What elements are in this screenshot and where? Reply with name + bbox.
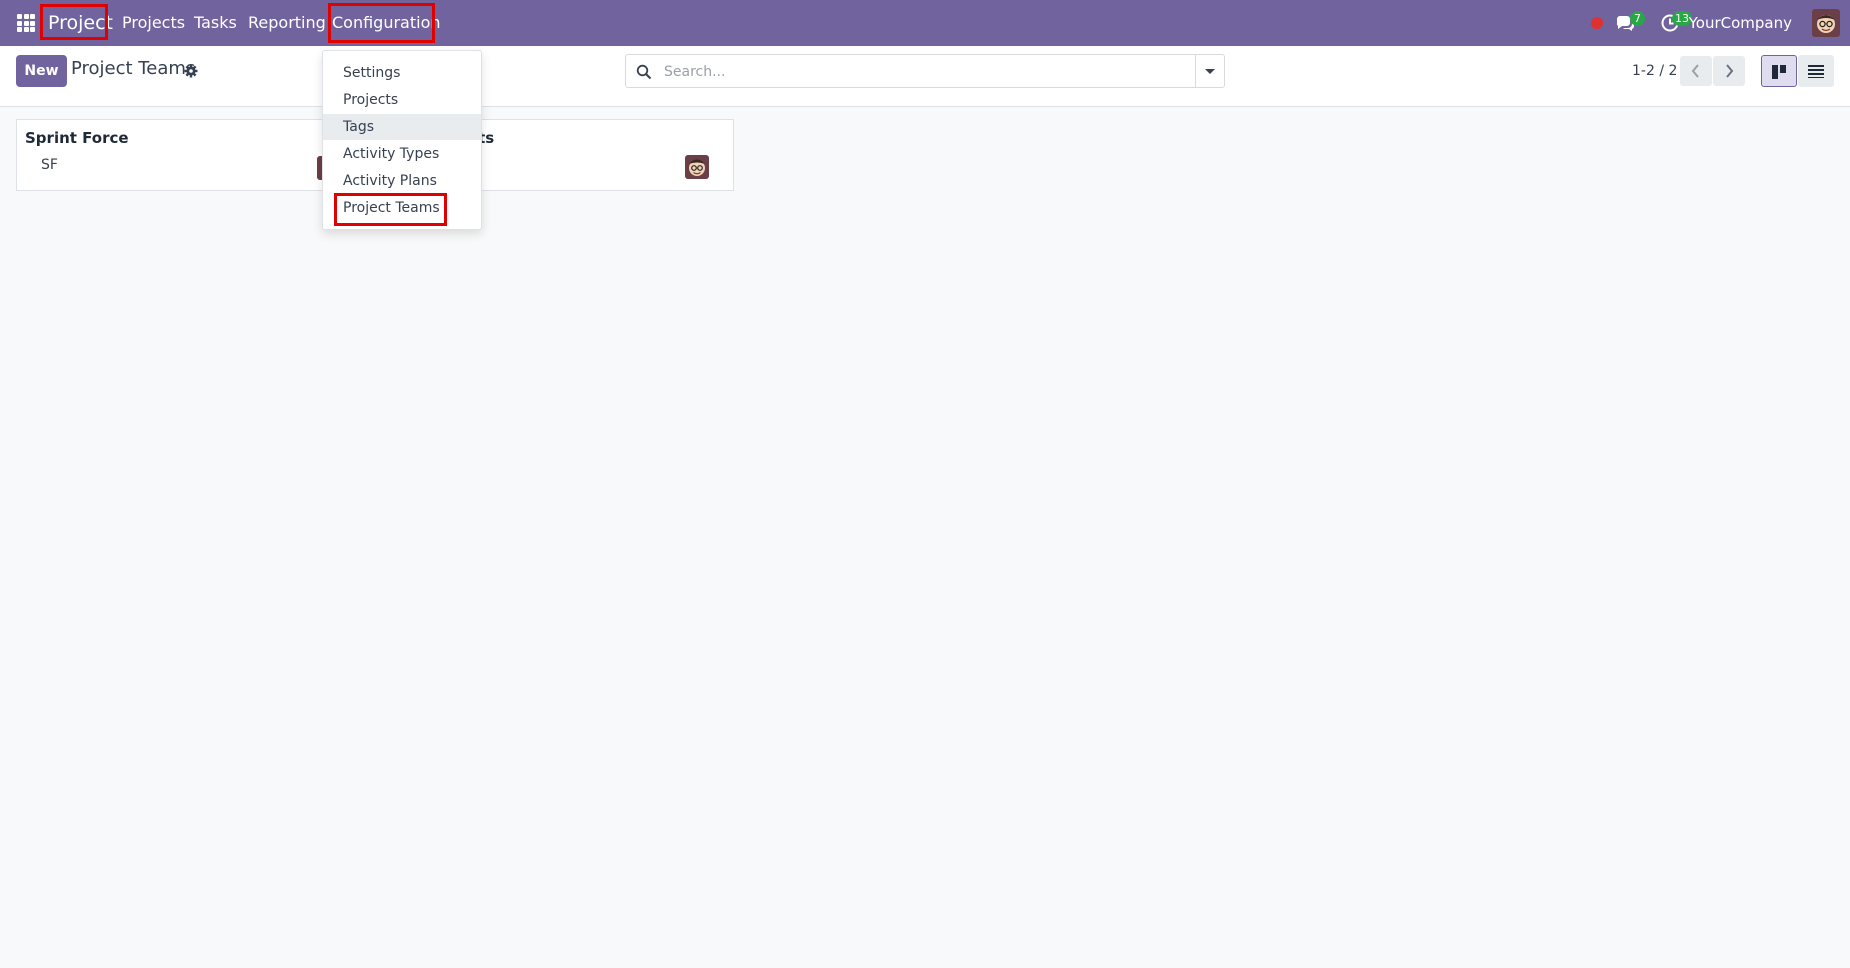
dropdown-item-settings[interactable]: Settings	[323, 60, 481, 86]
search-bar[interactable]	[625, 54, 1225, 88]
search-icon	[636, 64, 652, 80]
dropdown-item-activity-types[interactable]: Activity Types	[323, 141, 481, 167]
menu-reporting[interactable]: Reporting	[248, 0, 326, 46]
highlight-box-configuration	[328, 3, 435, 43]
top-navbar: Project Projects Tasks Reporting Configu…	[0, 0, 1850, 46]
card-user-avatar	[685, 155, 709, 179]
company-switcher[interactable]: YourCompany	[1689, 0, 1792, 46]
card-title: Sprint Force	[25, 129, 129, 147]
list-view-icon	[1808, 65, 1824, 78]
messages-badge: 7	[1630, 11, 1645, 26]
pager-value[interactable]: 1-2 / 2	[1632, 63, 1677, 79]
user-avatar[interactable]	[1812, 9, 1840, 37]
menu-tasks[interactable]: Tasks	[194, 0, 237, 46]
gear-icon[interactable]	[184, 64, 198, 78]
card-code: SF	[41, 157, 58, 173]
pager-previous-button[interactable]	[1680, 56, 1712, 86]
search-options-toggle[interactable]	[1195, 55, 1224, 87]
highlight-box-project-teams	[334, 193, 447, 226]
control-panel: New Project Teams 1-2 / 2	[0, 46, 1850, 107]
configuration-dropdown: Settings Projects Tags Activity Types Ac…	[322, 50, 482, 230]
chevron-right-icon	[1726, 64, 1734, 78]
new-button[interactable]: New	[16, 55, 67, 87]
pager-next-button[interactable]	[1713, 56, 1745, 86]
highlight-box-brand	[40, 4, 108, 40]
dropdown-item-projects[interactable]: Projects	[323, 87, 481, 113]
list-view-button[interactable]	[1798, 55, 1834, 87]
chevron-left-icon	[1691, 64, 1699, 78]
search-input[interactable]	[662, 60, 1186, 84]
status-dot-icon[interactable]	[1591, 17, 1603, 29]
kanban-view-button[interactable]	[1761, 55, 1797, 87]
dropdown-item-tags[interactable]: Tags	[323, 114, 481, 140]
kanban-view-icon	[1772, 65, 1786, 79]
apps-grid-icon[interactable]	[17, 14, 35, 32]
menu-projects[interactable]: Projects	[122, 0, 185, 46]
page-title: Project Teams	[71, 58, 196, 79]
dropdown-item-activity-plans[interactable]: Activity Plans	[323, 168, 481, 194]
